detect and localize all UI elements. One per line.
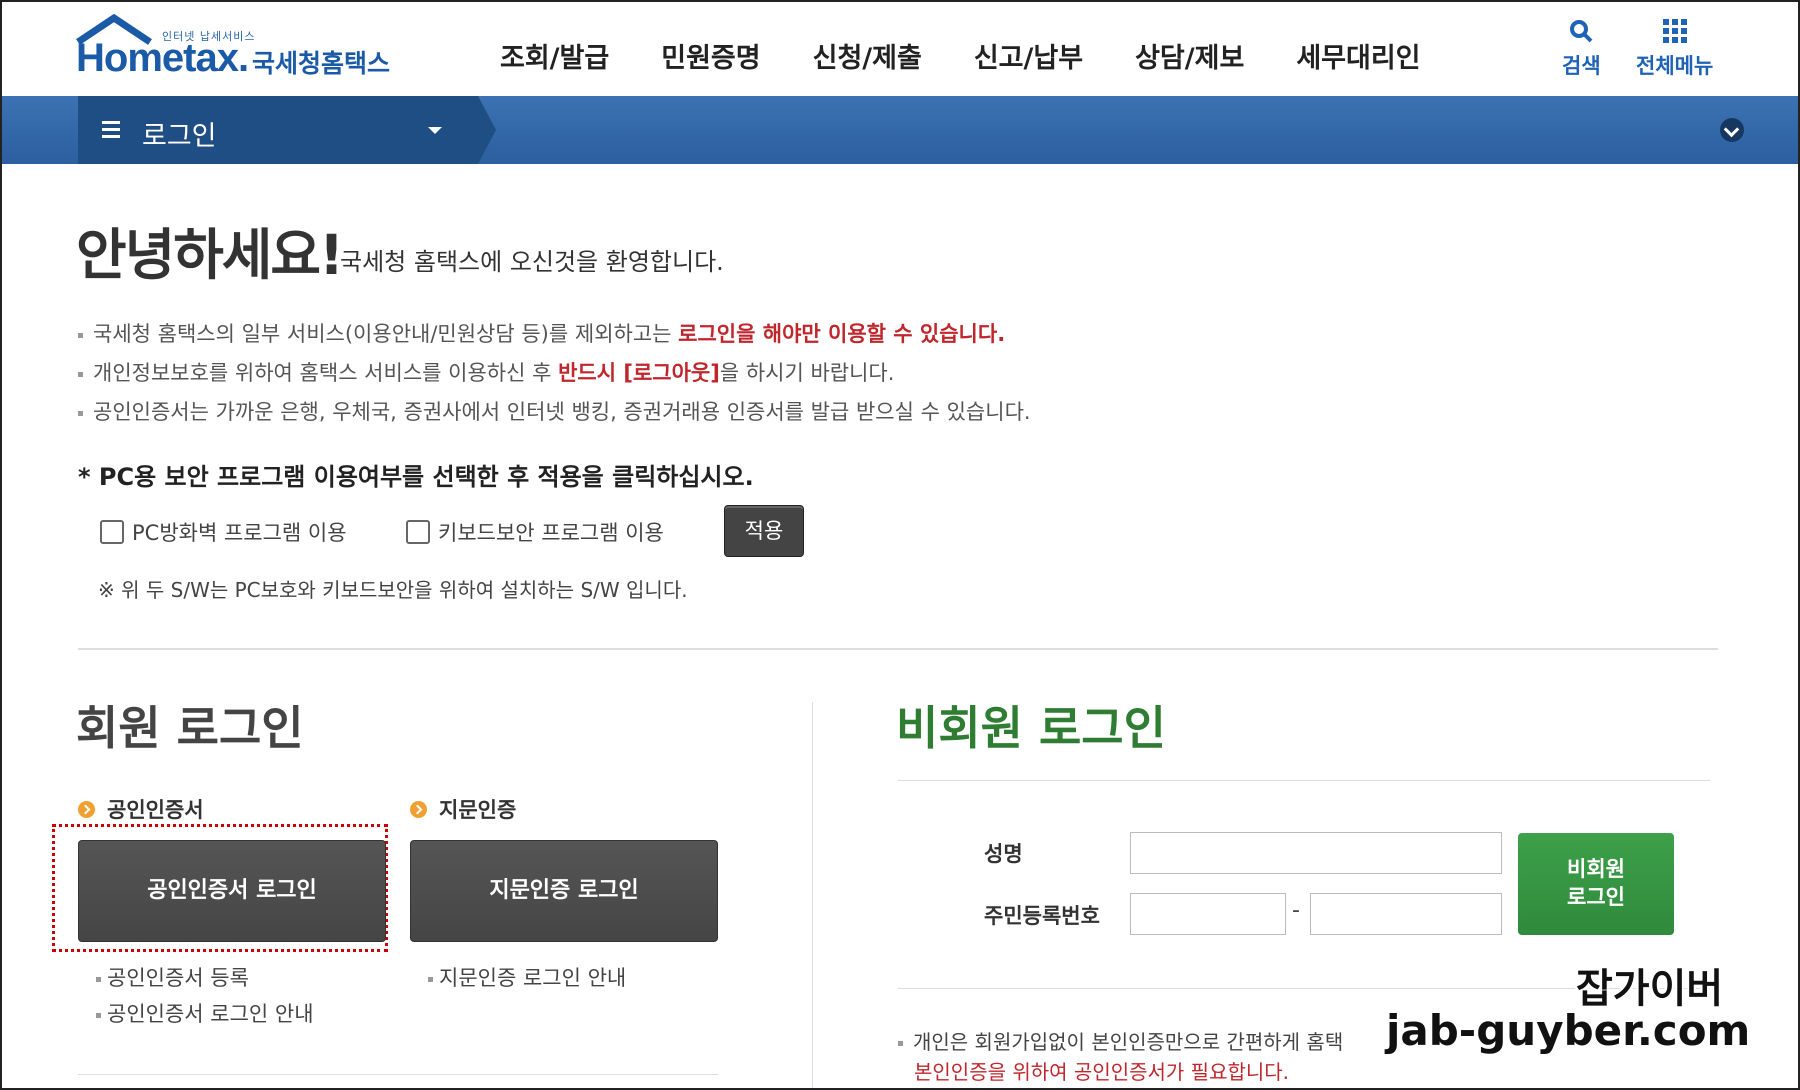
search-button[interactable]: 검색 [1562, 18, 1601, 80]
expand-circle-icon[interactable] [1720, 118, 1744, 142]
all-menu-label: 전체메뉴 [1636, 54, 1714, 78]
location-bar: 로그인 [2, 96, 1798, 164]
cert-login-button[interactable]: 공인인증서 로그인 [78, 840, 386, 942]
nonmember-button-line1: 비회원 [1567, 857, 1625, 881]
caret-down-icon [428, 127, 442, 134]
logo-korean: 국세청홈택스 [252, 49, 391, 78]
fingerprint-heading-label: 지문인증 [439, 798, 517, 822]
nonmember-note-text: 개인은 회원가입없이 본인인증만으로 간편하게 홈택 [913, 1030, 1344, 1054]
notice-2-emphasis: 반드시 [로그아웃] [558, 361, 720, 385]
search-icon [1570, 20, 1593, 43]
page-frame: 인터넷 납세서비스 Hometax. 국세청홈택스 조회/발급 민원증명 신청/… [0, 0, 1800, 1090]
software-note: ※ 위 두 S/W는 PC보호와 키보드보안을 위하여 설치하는 S/W 입니다… [98, 578, 688, 602]
hamburger-icon [102, 121, 120, 138]
member-login-title: 회원 로그인 [76, 701, 304, 755]
nonmember-login-button[interactable]: 비회원 로그인 [1518, 833, 1674, 935]
rrn-back-input[interactable] [1310, 893, 1502, 935]
search-label: 검색 [1562, 54, 1601, 78]
menu-dropdown[interactable]: 로그인 [78, 96, 496, 164]
cert-heading: 공인인증서 [78, 794, 204, 824]
security-title: * PC용 보안 프로그램 이용여부를 선택한 후 적용을 클릭하십시오. [78, 463, 754, 491]
notice-2-tail: 을 하시기 바랍니다. [719, 361, 895, 385]
rrn-front-input[interactable] [1130, 893, 1286, 935]
notice-1-text: 국세청 홈택스의 일부 서비스(이용안내/민원상담 등)를 제외하고는 [93, 322, 679, 346]
keyboard-security-label: 키보드보안 프로그램 이용 [438, 521, 664, 545]
fingerprint-guide-link[interactable]: 지문인증 로그인 안내 [428, 962, 626, 992]
rrn-label: 주민등록번호 [984, 904, 1100, 928]
nonmember-button-line2: 로그인 [1567, 885, 1625, 909]
cert-register-label: 공인인증서 등록 [107, 966, 249, 990]
menu-dropdown-label: 로그인 [142, 121, 217, 152]
watermark-url: jab-guyber.com [1386, 1006, 1751, 1055]
keyboard-security-checkbox[interactable]: 키보드보안 프로그램 이용 [406, 517, 664, 547]
cert-heading-label: 공인인증서 [107, 798, 204, 822]
nonmember-note: 개인은 회원가입없이 본인인증만으로 간편하게 홈택 [898, 1026, 1343, 1055]
fingerprint-login-button[interactable]: 지문인증 로그인 [410, 840, 718, 942]
logo-wordmark: Hometax. [76, 36, 249, 80]
divider [78, 648, 1718, 650]
nav-consult[interactable]: 상담/제보 [1135, 36, 1244, 75]
arrow-bullet-icon [78, 800, 95, 818]
greeting-subtitle: 국세청 홈택스에 오신것을 환영합니다. [340, 248, 724, 276]
notice-2-text: 개인정보보호를 위하여 홈택스 서비스를 이용하신 후 [93, 361, 559, 385]
firewall-checkbox[interactable]: PC방화벽 프로그램 이용 [100, 517, 347, 547]
nonmember-note-emphasis: 본인인증을 위하여 공인인증서가 필요합니다. [914, 1060, 1290, 1084]
nav-inquiry[interactable]: 조회/발급 [500, 36, 609, 75]
nonmember-login-title: 비회원 로그인 [896, 701, 1166, 755]
notice-3: 공인인증서는 가까운 은행, 우체국, 증권사에서 인터넷 뱅킹, 증권거래용 … [78, 396, 1031, 426]
arrow-bullet-icon [410, 800, 427, 818]
column-divider [812, 702, 813, 1088]
checkbox-icon[interactable] [406, 520, 430, 544]
greeting-title: 안녕하세요! [76, 223, 344, 287]
notice-1: 국세청 홈택스의 일부 서비스(이용안내/민원상담 등)를 제외하고는 로그인을… [78, 318, 1005, 348]
checkbox-icon[interactable] [100, 520, 124, 544]
fingerprint-guide-label: 지문인증 로그인 안내 [439, 966, 627, 990]
cert-register-link[interactable]: 공인인증서 등록 [96, 962, 249, 992]
name-label: 성명 [984, 842, 1023, 866]
divider [898, 780, 1710, 781]
main-nav: 조회/발급 민원증명 신청/제출 신고/납부 상담/제보 세무대리인 [500, 36, 1473, 75]
firewall-label: PC방화벽 프로그램 이용 [132, 521, 347, 545]
notice-1-emphasis: 로그인을 해야만 이용할 수 있습니다. [678, 322, 1006, 346]
top-header: 인터넷 납세서비스 Hometax. 국세청홈택스 조회/발급 민원증명 신청/… [2, 2, 1798, 96]
name-input[interactable] [1130, 832, 1502, 874]
rrn-separator: - [1292, 898, 1300, 923]
nav-report-pay[interactable]: 신고/납부 [974, 36, 1083, 75]
cert-guide-label: 공인인증서 로그인 안내 [107, 1002, 314, 1026]
apply-button[interactable]: 적용 [724, 505, 804, 557]
fingerprint-heading: 지문인증 [410, 794, 516, 824]
grid-menu-icon [1662, 19, 1687, 43]
nav-tax-agent[interactable]: 세무대리인 [1296, 36, 1420, 75]
notice-3-text: 공인인증서는 가까운 은행, 우체국, 증권사에서 인터넷 뱅킹, 증권거래용 … [93, 400, 1031, 424]
cert-guide-link[interactable]: 공인인증서 로그인 안내 [96, 998, 314, 1028]
divider [78, 1074, 718, 1075]
nav-apply[interactable]: 신청/제출 [813, 36, 922, 75]
notice-2: 개인정보보호를 위하여 홈택스 서비스를 이용하신 후 반드시 [로그아웃]을 … [78, 357, 894, 387]
nav-certificate[interactable]: 민원증명 [661, 36, 760, 75]
hometax-logo[interactable]: 인터넷 납세서비스 Hometax. 국세청홈택스 [74, 14, 394, 89]
all-menu-button[interactable]: 전체메뉴 [1636, 18, 1713, 80]
